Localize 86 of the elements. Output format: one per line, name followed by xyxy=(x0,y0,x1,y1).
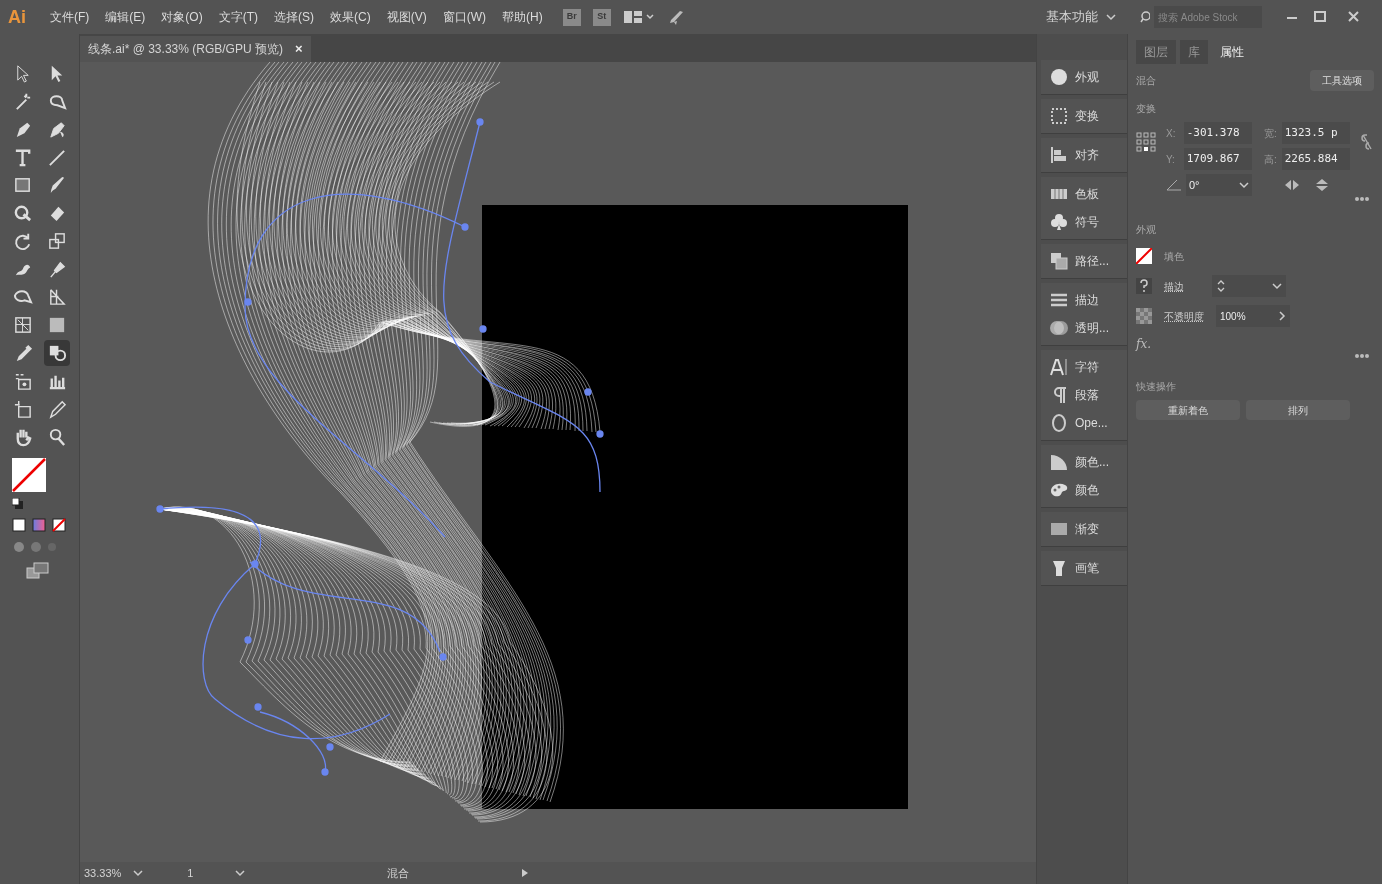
stepper-icon xyxy=(1216,278,1226,294)
appearance-icon xyxy=(1049,67,1069,87)
opentype-icon xyxy=(1049,413,1069,433)
page-number[interactable]: 1 xyxy=(187,864,224,882)
menu-item[interactable]: 文件(F) xyxy=(42,8,98,26)
field-label: 宽: xyxy=(1264,126,1278,141)
unknown-stroke-icon[interactable] xyxy=(1136,278,1152,294)
layout-icon[interactable] xyxy=(622,10,655,24)
flip-vertical-icon[interactable] xyxy=(1314,178,1330,192)
field-label: Y: xyxy=(1166,152,1176,167)
effects-button[interactable]: fx. xyxy=(1136,335,1374,353)
angle-icon xyxy=(1166,179,1182,191)
flip-horizontal-icon[interactable] xyxy=(1284,178,1300,192)
angle-field[interactable]: 0° xyxy=(1186,174,1252,196)
panel-dock-item[interactable]: 颜色 xyxy=(1041,476,1127,504)
panel-dock-item[interactable]: 描边 xyxy=(1041,286,1127,314)
fill-stroke-swatch[interactable] xyxy=(11,458,48,494)
app-logo: Ai xyxy=(8,5,26,29)
input-field[interactable]: -301.378 xyxy=(1183,122,1252,144)
menu-item[interactable]: 窗口(W) xyxy=(434,8,494,26)
caret-icon xyxy=(1106,13,1116,21)
align-icon xyxy=(1049,145,1069,165)
panel-tab[interactable]: 库 xyxy=(1180,40,1208,64)
color-mode-icon[interactable] xyxy=(11,518,26,532)
input-field[interactable]: 2265.884 xyxy=(1281,148,1350,170)
tab-close-button[interactable]: × xyxy=(294,39,303,59)
panel-dock-item[interactable]: Ope... xyxy=(1041,409,1127,437)
stroke-weight-field[interactable] xyxy=(1212,275,1286,297)
menu-item[interactable]: 对象(O) xyxy=(153,8,211,26)
panel-dock-item[interactable]: 符号 xyxy=(1041,208,1127,236)
workspace-switcher[interactable]: 基本功能 xyxy=(1038,4,1124,30)
current-tool-label: 混合 xyxy=(387,865,410,881)
search-field[interactable]: 搜索 Adobe Stock xyxy=(1154,6,1262,28)
pathfinder-icon xyxy=(1049,251,1069,271)
caret-icon[interactable] xyxy=(133,869,144,877)
panel-tab[interactable]: 图层 xyxy=(1136,40,1176,64)
menu-item[interactable]: 编辑(E) xyxy=(97,8,154,26)
bridge-button[interactable]: St xyxy=(592,8,611,26)
input-field[interactable]: 1323.5 p xyxy=(1281,122,1350,144)
more-icon[interactable] xyxy=(1354,196,1370,202)
opacity-field[interactable]: 100% xyxy=(1216,305,1290,327)
field-label: 高: xyxy=(1264,152,1278,167)
checkerboard-icon[interactable] xyxy=(1136,308,1152,324)
transform-icon xyxy=(1049,106,1069,126)
panel-dock-item[interactable]: 字符 xyxy=(1041,353,1127,381)
club-icon xyxy=(1049,212,1069,232)
panel-dock-item[interactable]: 段落 xyxy=(1041,381,1127,409)
section-title: 混合 xyxy=(1136,74,1156,88)
none-mode-icon[interactable] xyxy=(51,518,66,532)
quick-action-button[interactable]: 重新着色 xyxy=(1136,400,1240,420)
section-title: 外观 xyxy=(1136,223,1157,237)
blend-tool-icon[interactable] xyxy=(43,340,70,366)
none-swatch-icon[interactable] xyxy=(1136,248,1152,264)
character-icon xyxy=(1049,357,1069,377)
section-title: 快速操作 xyxy=(1136,380,1177,394)
gradient-mode-icon[interactable] xyxy=(31,518,46,532)
screen-mode-icon[interactable] xyxy=(25,562,50,580)
zoom-level[interactable]: 33.33% xyxy=(84,864,122,882)
color-guide-icon xyxy=(1049,452,1069,472)
field-label: X: xyxy=(1166,126,1177,141)
caret-icon[interactable] xyxy=(235,869,246,877)
transparency-icon xyxy=(1049,318,1069,338)
more-icon[interactable] xyxy=(1354,353,1370,359)
panel-dock-item[interactable]: 颜色... xyxy=(1041,448,1127,476)
chevron-right-icon xyxy=(1278,311,1286,321)
menu-item[interactable]: 帮助(H) xyxy=(494,8,551,26)
menu-item[interactable]: 效果(C) xyxy=(322,8,379,26)
panel-dock-item[interactable]: 色板 xyxy=(1041,180,1127,208)
default-colors-icon[interactable] xyxy=(11,498,24,510)
fill-label: 填色 xyxy=(1164,249,1184,264)
panel-dock-item[interactable]: 透明... xyxy=(1041,314,1127,342)
menu-item[interactable]: 选择(S) xyxy=(266,8,322,26)
caret-icon xyxy=(1272,282,1282,290)
bridge-button[interactable]: Br xyxy=(562,8,581,26)
search-icon[interactable] xyxy=(1140,10,1150,24)
quick-action-button[interactable]: 排列 xyxy=(1246,400,1350,420)
menu-item[interactable]: 视图(V) xyxy=(378,8,435,26)
section-title: 变换 xyxy=(1136,102,1157,116)
stroke-link[interactable]: 描边 xyxy=(1164,278,1200,294)
play-icon[interactable] xyxy=(521,868,530,878)
input-field[interactable]: 1709.867 xyxy=(1183,148,1252,170)
menu-item[interactable]: 文字(T) xyxy=(210,8,266,26)
caret-icon xyxy=(1239,181,1249,189)
document-tab[interactable]: 线条.ai* @ 33.33% (RGB/GPU 预览) × xyxy=(80,36,311,62)
opacity-link[interactable]: 不透明度 xyxy=(1164,308,1204,324)
tool-options-button[interactable]: 工具选项 xyxy=(1310,70,1374,91)
